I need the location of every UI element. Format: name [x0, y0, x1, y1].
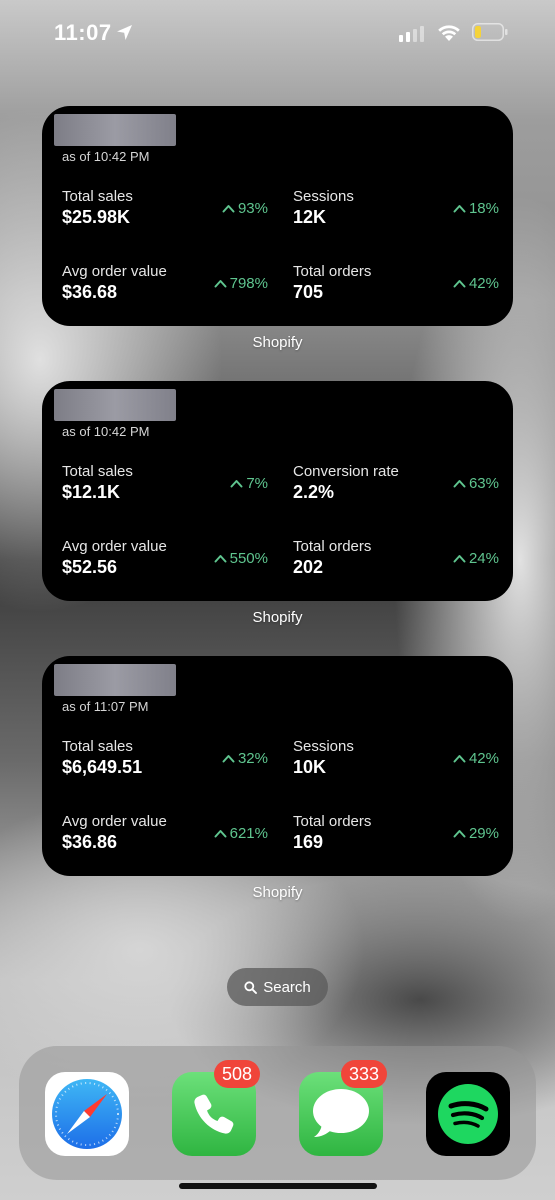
metric-change: 42% [453, 275, 499, 292]
metric-change: 63% [453, 475, 499, 492]
search-icon [244, 980, 258, 994]
metric-total-orders: Total orders 202 24% [293, 538, 499, 578]
chevron-up-icon [222, 755, 235, 763]
chevron-up-icon [214, 830, 227, 838]
metric-total-orders: Total orders 705 42% [293, 263, 499, 303]
spotlight-search-button[interactable]: Search [227, 968, 328, 1006]
metric-change-percent: 32% [237, 750, 268, 767]
metric-change-percent: 7% [246, 475, 268, 492]
metric-change: 24% [453, 550, 499, 567]
chevron-up-icon [230, 480, 243, 488]
metric-avg-order-value: Avg order value $36.86 621% [62, 813, 268, 853]
metric-change-percent: 550% [229, 550, 268, 567]
metric-change-percent: 93% [237, 200, 268, 217]
location-arrow-icon [117, 25, 132, 40]
metric-sessions: Sessions 10K 42% [293, 738, 499, 778]
metric-change: 7% [230, 475, 268, 492]
widget-caption: Shopify [252, 884, 303, 901]
chevron-up-icon [453, 755, 466, 763]
metric-change: 32% [222, 750, 268, 767]
chevron-up-icon [453, 280, 466, 288]
last-updated-time: as of 11:07 PM [62, 699, 149, 714]
redacted-store-name [54, 664, 176, 696]
metric-change-percent: 621% [229, 825, 268, 842]
last-updated-time: as of 10:42 PM [62, 424, 150, 439]
status-bar: 11:07 [0, 0, 555, 66]
home-indicator[interactable] [179, 1183, 377, 1189]
widget-caption: Shopify [252, 609, 303, 626]
metric-change-percent: 24% [468, 550, 499, 567]
clock-time: 11:07 [54, 20, 112, 45]
metric-change-percent: 18% [468, 200, 499, 217]
dock-app-messages[interactable]: 333 [299, 1060, 387, 1156]
dock-app-phone[interactable]: 508 [172, 1060, 260, 1156]
metric-change: 550% [214, 550, 268, 567]
metric-total-sales: Total sales $25.98K 93% [62, 188, 268, 228]
metric-total-sales: Total sales $6,649.51 32% [62, 738, 268, 778]
chevron-up-icon [453, 555, 466, 563]
notification-badge: 333 [340, 1060, 387, 1088]
metric-change: 18% [453, 200, 499, 217]
metric-change: 42% [453, 750, 499, 767]
metric-total-sales: Total sales $12.1K 7% [62, 463, 268, 503]
chevron-up-icon [453, 205, 466, 213]
chevron-up-icon [222, 205, 235, 213]
metric-conversion-rate: Conversion rate 2.2% 63% [293, 463, 499, 503]
metric-change-percent: 42% [468, 750, 499, 767]
metric-change: 93% [222, 200, 268, 217]
shopify-widget[interactable]: as of 10:42 PM Total sales $25.98K 93% S… [42, 106, 513, 326]
battery-low-icon [472, 23, 508, 41]
metric-change: 621% [214, 825, 268, 842]
metric-change-percent: 63% [468, 475, 499, 492]
widget-caption: Shopify [252, 334, 303, 351]
notification-badge: 508 [213, 1060, 260, 1088]
phone-handset-icon [194, 1094, 234, 1134]
dock-app-safari[interactable] [45, 1072, 129, 1156]
metric-avg-order-value: Avg order value $52.56 550% [62, 538, 268, 578]
metric-change: 29% [453, 825, 499, 842]
spotify-icon [438, 1084, 498, 1144]
shopify-widget[interactable]: as of 11:07 PM Total sales $6,649.51 32%… [42, 656, 513, 876]
dock: 508 333 [19, 1046, 536, 1180]
metric-change: 798% [214, 275, 268, 292]
metric-change-percent: 29% [468, 825, 499, 842]
search-label: Search [263, 978, 311, 996]
last-updated-time: as of 10:42 PM [62, 149, 150, 164]
redacted-store-name [54, 114, 176, 146]
wifi-icon [438, 25, 460, 41]
chevron-up-icon [214, 555, 227, 563]
chevron-up-icon [453, 830, 466, 838]
shopify-widget[interactable]: as of 10:42 PM Total sales $12.1K 7% Con… [42, 381, 513, 601]
metric-avg-order-value: Avg order value $36.68 798% [62, 263, 268, 303]
metric-change-percent: 798% [229, 275, 268, 292]
metric-sessions: Sessions 12K 18% [293, 188, 499, 228]
cellular-signal-icon [399, 26, 424, 42]
speech-bubble-icon [313, 1089, 369, 1137]
dock-app-spotify[interactable] [426, 1072, 510, 1156]
metric-total-orders: Total orders 169 29% [293, 813, 499, 853]
chevron-up-icon [214, 280, 227, 288]
redacted-store-name [54, 389, 176, 421]
metric-change-percent: 42% [468, 275, 499, 292]
safari-compass-icon [52, 1079, 122, 1149]
chevron-up-icon [453, 480, 466, 488]
